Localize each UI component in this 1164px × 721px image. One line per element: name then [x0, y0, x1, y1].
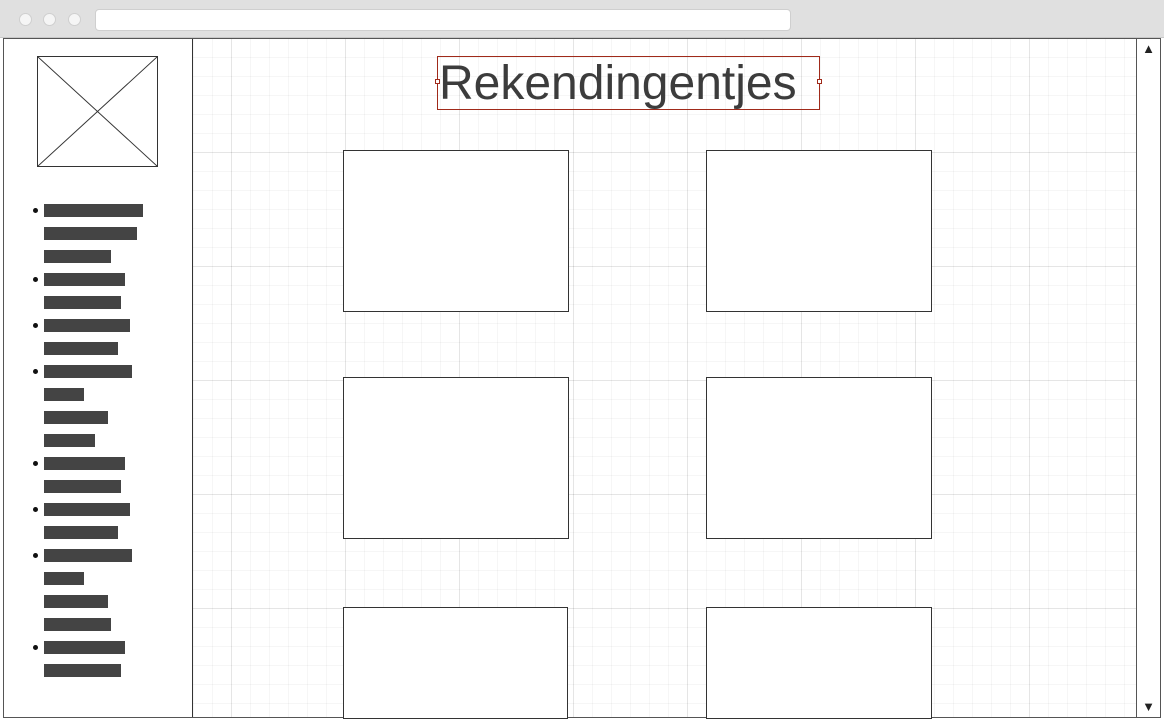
text-placeholder-bar — [44, 549, 132, 562]
text-placeholder-bar — [44, 204, 143, 217]
sidebar-nav-item[interactable] — [33, 457, 143, 493]
bullet-icon — [33, 369, 38, 374]
bullet-icon — [33, 461, 38, 466]
text-placeholder-bar — [44, 365, 132, 378]
bullet-icon — [33, 553, 38, 558]
text-placeholder-bar — [44, 388, 84, 401]
sidebar — [4, 39, 193, 717]
sidebar-nav-item[interactable] — [33, 204, 143, 263]
text-placeholder-bar — [44, 411, 108, 424]
image-placeholder-icon — [38, 57, 157, 166]
sidebar-nav-list — [33, 204, 143, 687]
content-card — [343, 607, 568, 719]
logo-placeholder — [37, 56, 158, 167]
address-bar[interactable] — [95, 9, 791, 31]
sidebar-nav-item[interactable] — [33, 503, 143, 539]
page-viewport: Rekendingentjes ▲ ▼ — [3, 38, 1161, 719]
text-placeholder-bar — [44, 480, 121, 493]
bullet-icon — [33, 507, 38, 512]
bullet-icon — [33, 645, 38, 650]
minimize-window-button[interactable] — [43, 13, 56, 26]
content-card — [706, 377, 932, 539]
content-card — [343, 377, 569, 539]
text-placeholder-bar — [44, 526, 118, 539]
text-placeholder-bar — [44, 296, 121, 309]
sidebar-nav-item[interactable] — [33, 365, 143, 447]
text-placeholder-bar — [44, 457, 125, 470]
page-title: Rekendingentjes — [439, 57, 797, 110]
text-placeholder-bar — [44, 503, 130, 516]
text-placeholder-bar — [44, 572, 84, 585]
text-placeholder-bar — [44, 227, 137, 240]
text-placeholder-bar — [44, 342, 118, 355]
content-card — [343, 150, 569, 312]
resize-handle-left[interactable] — [435, 79, 440, 84]
sidebar-nav-item[interactable] — [33, 273, 143, 309]
close-window-button[interactable] — [19, 13, 32, 26]
text-placeholder-bar — [44, 641, 125, 654]
text-placeholder-bar — [44, 664, 121, 677]
text-placeholder-bar — [44, 595, 108, 608]
page-title-box[interactable]: Rekendingentjes — [435, 56, 822, 110]
bullet-icon — [33, 277, 38, 282]
sidebar-nav-item[interactable] — [33, 319, 143, 355]
content-card — [706, 150, 932, 312]
text-placeholder-bar — [44, 434, 95, 447]
sidebar-nav-item[interactable] — [33, 641, 143, 677]
maximize-window-button[interactable] — [68, 13, 81, 26]
text-placeholder-bar — [44, 319, 130, 332]
text-placeholder-bar — [44, 273, 125, 286]
text-placeholder-bar — [44, 618, 111, 631]
vertical-scrollbar[interactable]: ▲ ▼ — [1136, 39, 1160, 717]
sidebar-nav-item[interactable] — [33, 549, 143, 631]
content-card — [706, 607, 932, 719]
resize-handle-right[interactable] — [817, 79, 822, 84]
scroll-up-arrow-icon[interactable]: ▲ — [1137, 41, 1160, 57]
scroll-down-arrow-icon[interactable]: ▼ — [1137, 699, 1160, 715]
browser-chrome — [0, 0, 1164, 38]
bullet-icon — [33, 323, 38, 328]
text-placeholder-bar — [44, 250, 111, 263]
bullet-icon — [33, 208, 38, 213]
